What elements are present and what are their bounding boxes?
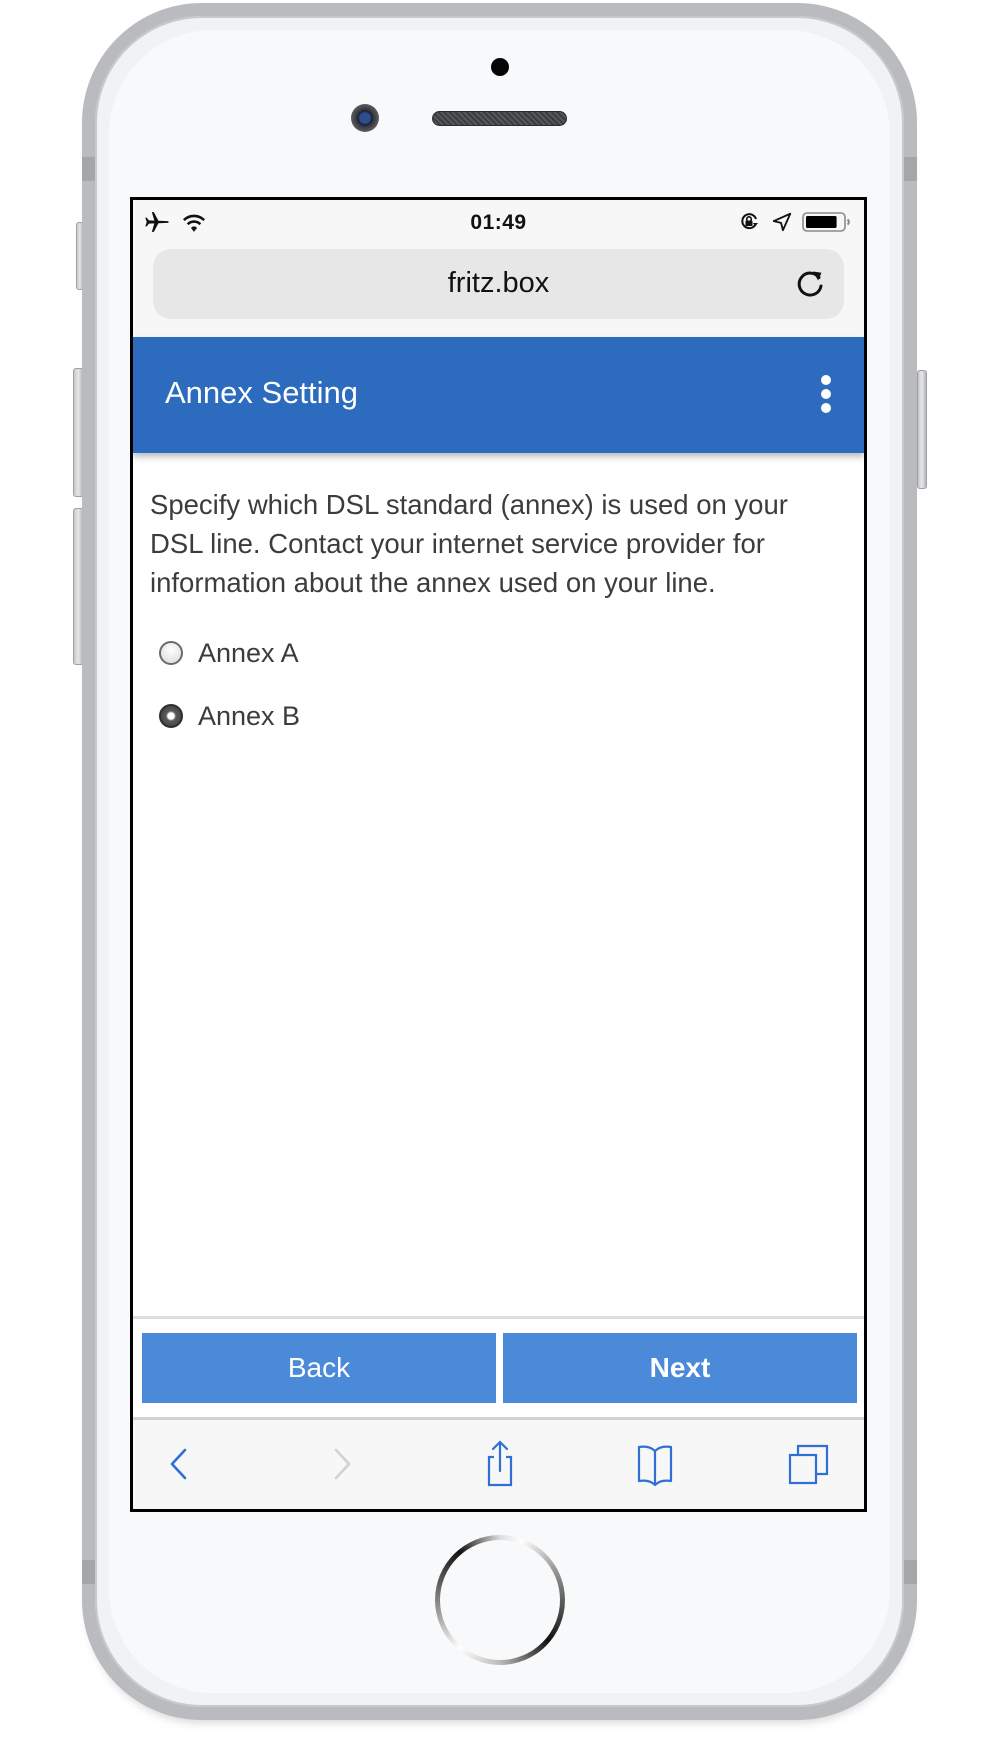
- location-icon: [771, 211, 793, 238]
- wizard-footer: Back Next: [133, 1316, 864, 1417]
- browser-address-area: fritz.box: [133, 244, 864, 337]
- address-text[interactable]: fritz.box: [153, 267, 844, 300]
- reload-icon[interactable]: [790, 264, 830, 304]
- next-button[interactable]: Next: [503, 1333, 857, 1403]
- radio-label-annex-b[interactable]: Annex B: [198, 701, 300, 732]
- bookmarks-icon[interactable]: [625, 1434, 685, 1494]
- radio-option-annex-b[interactable]: Annex B: [159, 696, 300, 736]
- home-button[interactable]: [435, 1535, 565, 1665]
- radio-label-annex-a[interactable]: Annex A: [198, 638, 299, 669]
- radio-option-annex-a[interactable]: Annex A: [159, 633, 299, 673]
- front-camera: [351, 104, 379, 132]
- tabs-icon[interactable]: [779, 1434, 839, 1494]
- proximity-sensor: [491, 58, 509, 76]
- rotation-lock-icon: [737, 210, 761, 239]
- more-vertical-icon[interactable]: [808, 369, 844, 421]
- back-button[interactable]: Back: [142, 1333, 496, 1403]
- forward-icon[interactable]: [311, 1434, 371, 1494]
- power-button: [917, 370, 927, 489]
- share-icon[interactable]: [470, 1434, 530, 1494]
- radio-button-annex-b[interactable]: [159, 704, 183, 728]
- status-bar: 01:49: [133, 200, 864, 244]
- radio-button-annex-a[interactable]: [159, 641, 183, 665]
- antenna-band: [82, 157, 95, 181]
- phone-screen: 01:49 fritz.box Annex Setting Specify wh…: [130, 197, 867, 1512]
- annex-description: Specify which DSL standard (annex) is us…: [150, 489, 788, 598]
- back-icon[interactable]: [150, 1434, 210, 1494]
- page-content: Specify which DSL standard (annex) is us…: [133, 453, 864, 1319]
- antenna-band: [904, 157, 917, 181]
- antenna-band: [82, 1560, 95, 1584]
- browser-toolbar: [133, 1417, 864, 1509]
- address-bar[interactable]: fritz.box: [153, 249, 844, 319]
- earpiece-speaker: [432, 111, 567, 126]
- page-title: Annex Setting: [165, 375, 359, 410]
- page-header: Annex Setting: [133, 337, 864, 453]
- antenna-band: [904, 1560, 917, 1584]
- battery-icon: [802, 211, 852, 238]
